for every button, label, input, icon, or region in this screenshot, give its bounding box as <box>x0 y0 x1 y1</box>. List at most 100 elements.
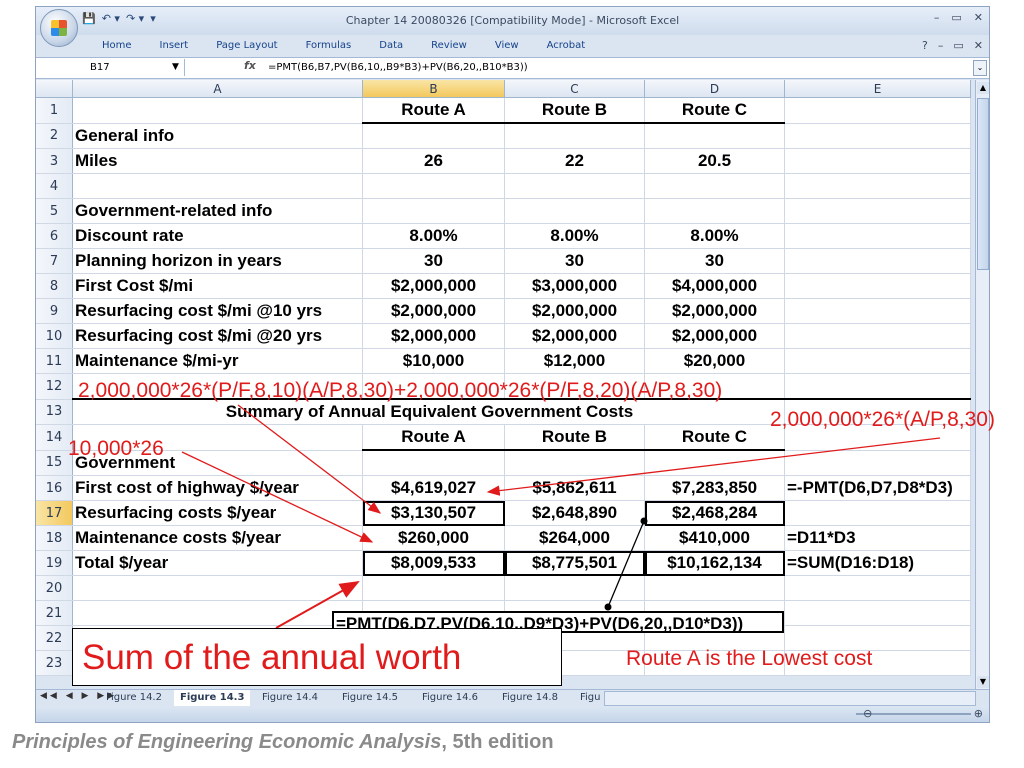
maximize-icon[interactable]: ▭ <box>951 11 961 24</box>
row-header[interactable]: 16 <box>36 475 73 501</box>
cell-d3[interactable]: 20.5 <box>644 148 785 174</box>
row-header[interactable]: 20 <box>36 575 73 601</box>
cell-b11[interactable]: $10,000 <box>362 348 505 374</box>
sheet-tab-active[interactable]: Figure 14.3 <box>174 690 251 706</box>
cell-c14[interactable]: Route B <box>504 424 645 451</box>
row-header[interactable]: 13 <box>36 399 73 425</box>
cell-d16[interactable]: $7,283,850 <box>644 475 785 501</box>
cell-b1[interactable]: Route A <box>362 97 505 124</box>
cell-e17[interactable] <box>784 500 971 526</box>
cell-d9[interactable]: $2,000,000 <box>644 298 785 324</box>
row-header[interactable]: 12 <box>36 373 73 400</box>
cell-a10[interactable]: Resurfacing cost $/mi @20 yrs <box>72 323 363 349</box>
row-header[interactable]: 21 <box>36 600 73 626</box>
cell-d11[interactable]: $20,000 <box>644 348 785 374</box>
cell-d10[interactable]: $2,000,000 <box>644 323 785 349</box>
name-box[interactable]: B17 ▼ <box>38 59 185 76</box>
column-header-d[interactable]: D <box>644 80 785 98</box>
cell-d6[interactable]: 8.00% <box>644 223 785 249</box>
zoom-controls-icon[interactable]: ⊖ ⊕ <box>863 707 983 720</box>
chevron-down-icon[interactable]: ▼ <box>172 59 179 76</box>
tab-insert[interactable]: Insert <box>146 40 203 51</box>
row-header[interactable]: 3 <box>36 148 73 174</box>
cell-e10[interactable] <box>784 323 971 349</box>
cell-c8[interactable]: $3,000,000 <box>504 273 645 299</box>
cell-a7[interactable]: Planning horizon in years <box>72 248 363 274</box>
cell-c9[interactable]: $2,000,000 <box>504 298 645 324</box>
cell-a9[interactable]: Resurfacing cost $/mi @10 yrs <box>72 298 363 324</box>
cell-a17[interactable]: Resurfacing costs $/year <box>72 500 363 526</box>
column-header-b[interactable]: B <box>362 80 505 98</box>
cell-c2[interactable] <box>504 123 645 149</box>
workbook-close-icon[interactable]: ✕ <box>974 39 983 52</box>
cell-e4[interactable] <box>784 173 971 199</box>
row-header[interactable]: 11 <box>36 348 73 374</box>
cell-b20[interactable] <box>362 575 505 601</box>
column-header-c[interactable]: C <box>504 80 645 98</box>
cell-a6[interactable]: Discount rate <box>72 223 363 249</box>
row-header[interactable]: 18 <box>36 525 73 551</box>
cell-c16[interactable]: $5,862,611 <box>504 475 645 501</box>
cell-a20[interactable] <box>72 575 363 601</box>
cell-a16[interactable]: First cost of highway $/year <box>72 475 363 501</box>
cell-b2[interactable] <box>362 123 505 149</box>
cell-e19[interactable]: =SUM(D16:D18) <box>784 550 971 576</box>
cell-d7[interactable]: 30 <box>644 248 785 274</box>
minimize-icon[interactable]: – <box>934 11 940 24</box>
column-header-e[interactable]: E <box>784 80 971 98</box>
horizontal-scrollbar[interactable] <box>604 691 976 706</box>
cell-e2[interactable] <box>784 123 971 149</box>
tab-acrobat[interactable]: Acrobat <box>533 40 600 51</box>
scroll-down-icon[interactable]: ▼ <box>977 676 989 688</box>
cell-c15[interactable] <box>504 450 645 476</box>
row-header[interactable]: 4 <box>36 173 73 199</box>
row-header[interactable]: 19 <box>36 550 73 576</box>
sheet-tab[interactable]: Figure 14.5 <box>336 690 404 705</box>
cell-e18[interactable]: =D11*D3 <box>784 525 971 551</box>
row-header[interactable]: 10 <box>36 323 73 349</box>
cell-e3[interactable] <box>784 148 971 174</box>
row-header[interactable]: 5 <box>36 198 73 224</box>
cell-a5[interactable]: Government-related info <box>72 198 363 224</box>
row-header[interactable]: 17 <box>36 500 73 526</box>
select-all-corner[interactable] <box>36 80 73 98</box>
cell-d8[interactable]: $4,000,000 <box>644 273 785 299</box>
sheet-tab[interactable]: Figure 14.4 <box>256 690 324 705</box>
cell-b8[interactable]: $2,000,000 <box>362 273 505 299</box>
cell-e8[interactable] <box>784 273 971 299</box>
help-icon[interactable]: ? <box>922 39 928 52</box>
vertical-scrollbar[interactable]: ▲ ▼ <box>975 80 989 690</box>
cell-e1[interactable] <box>784 97 971 124</box>
cell-a1[interactable] <box>72 97 363 124</box>
cell-b15[interactable] <box>362 450 505 476</box>
cell-c18[interactable]: $264,000 <box>504 525 645 551</box>
row-header[interactable]: 6 <box>36 223 73 249</box>
cell-e9[interactable] <box>784 298 971 324</box>
close-icon[interactable]: ✕ <box>974 11 983 24</box>
cell-e7[interactable] <box>784 248 971 274</box>
workbook-restore-icon[interactable]: ▭ <box>953 39 963 52</box>
scroll-thumb[interactable] <box>977 98 989 270</box>
cell-b5[interactable] <box>362 198 505 224</box>
cell-c5[interactable] <box>504 198 645 224</box>
row-header[interactable]: 8 <box>36 273 73 299</box>
formula-input[interactable]: =PMT(B6,B7,PV(B6,10,,B9*B3)+PV(B6,20,,B1… <box>268 58 528 78</box>
tab-review[interactable]: Review <box>417 40 481 51</box>
cell-e11[interactable] <box>784 348 971 374</box>
cell-c3[interactable]: 22 <box>504 148 645 174</box>
workbook-minimize-icon[interactable]: – <box>938 39 944 52</box>
scroll-up-icon[interactable]: ▲ <box>977 82 989 94</box>
cell-a11[interactable]: Maintenance $/mi-yr <box>72 348 363 374</box>
cell-e5[interactable] <box>784 198 971 224</box>
cell-c11[interactable]: $12,000 <box>504 348 645 374</box>
cell-e6[interactable] <box>784 223 971 249</box>
tab-page-layout[interactable]: Page Layout <box>202 40 291 51</box>
cell-d17[interactable]: $2,468,284 <box>644 500 785 526</box>
cell-d15[interactable] <box>644 450 785 476</box>
cell-a8[interactable]: First Cost $/mi <box>72 273 363 299</box>
tab-home[interactable]: Home <box>88 40 146 51</box>
cell-b16[interactable]: $4,619,027 <box>362 475 505 501</box>
cell-c19[interactable]: $8,775,501 <box>504 550 645 576</box>
cell-a2[interactable]: General info <box>72 123 363 149</box>
cell-e12[interactable] <box>784 373 971 400</box>
